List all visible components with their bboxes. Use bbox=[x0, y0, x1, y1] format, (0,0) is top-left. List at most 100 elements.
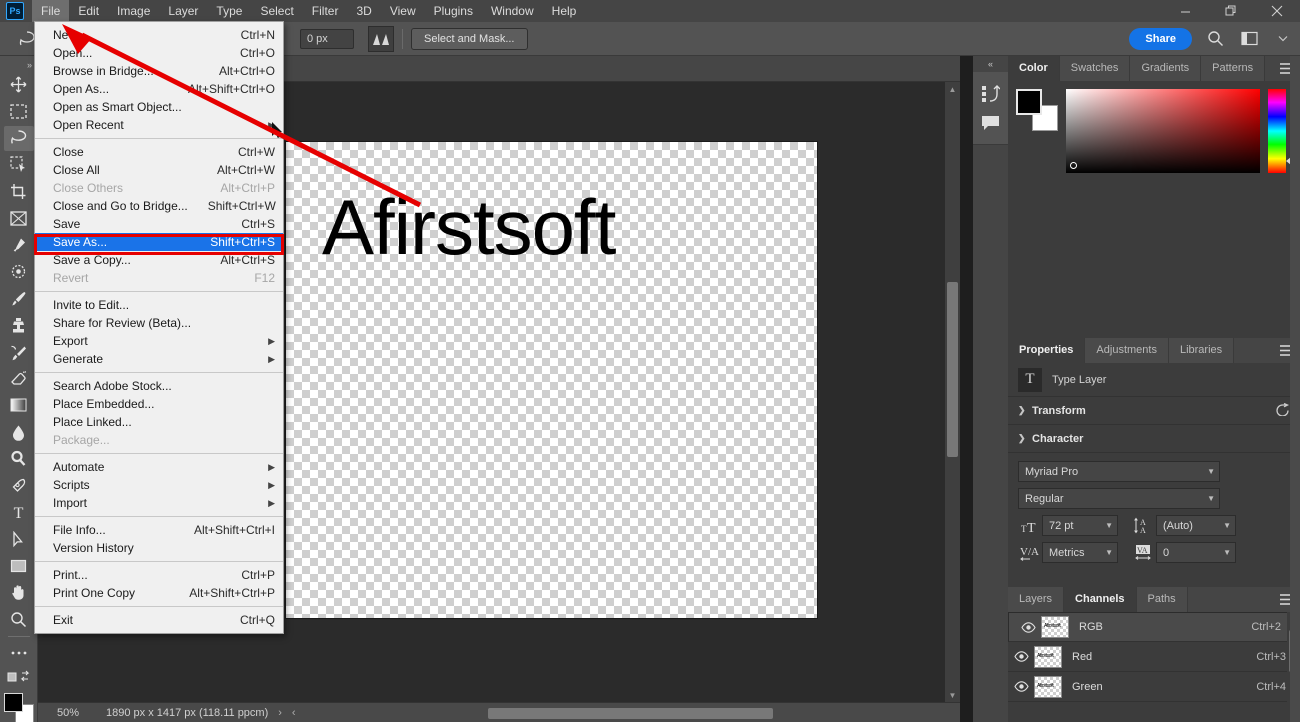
transform-section-header[interactable]: ❯ Transform bbox=[1008, 397, 1300, 425]
scroll-down-icon[interactable]: ▼ bbox=[945, 688, 960, 702]
tab-channels[interactable]: Channels bbox=[1064, 587, 1137, 612]
channel-row[interactable]: Afirstsoft RGB Ctrl+2 bbox=[1008, 612, 1300, 642]
tab-color[interactable]: Color bbox=[1008, 56, 1060, 81]
eraser-tool[interactable] bbox=[4, 366, 34, 391]
hand-tool[interactable] bbox=[4, 580, 34, 605]
leading-select[interactable]: (Auto) ▼ bbox=[1156, 515, 1236, 536]
zoom-level[interactable]: 50% bbox=[38, 707, 98, 719]
feather-input[interactable]: 0 px bbox=[300, 28, 354, 49]
search-icon[interactable] bbox=[1204, 28, 1226, 50]
menu-item-automate[interactable]: Automate ▶ bbox=[35, 458, 283, 476]
edit-toolbar-icon[interactable] bbox=[4, 667, 34, 686]
chevron-down-icon[interactable] bbox=[1272, 28, 1294, 50]
refine-edge-icon[interactable] bbox=[368, 25, 394, 52]
menu-item-new[interactable]: New... Ctrl+N bbox=[35, 26, 283, 44]
tab-adjustments[interactable]: Adjustments bbox=[1085, 338, 1169, 363]
visibility-toggle-icon[interactable] bbox=[1008, 681, 1034, 692]
history-actions-icon[interactable] bbox=[973, 78, 1008, 108]
restore-button[interactable] bbox=[1208, 0, 1254, 22]
marquee-tool[interactable] bbox=[4, 99, 34, 124]
channel-row[interactable]: Afirstsoft Green Ctrl+4 bbox=[1008, 672, 1300, 702]
visibility-toggle-icon[interactable] bbox=[1015, 621, 1041, 633]
menu-file[interactable]: File bbox=[32, 0, 70, 22]
history-brush-tool[interactable] bbox=[4, 340, 34, 365]
menu-item-place-linked[interactable]: Place Linked... bbox=[35, 413, 283, 431]
menu-item-close-and-go-to-bridge[interactable]: Close and Go to Bridge... Shift+Ctrl+W bbox=[35, 197, 283, 215]
clone-stamp-tool[interactable] bbox=[4, 313, 34, 338]
quick-selection-tool[interactable] bbox=[4, 153, 34, 178]
share-button[interactable]: Share bbox=[1129, 27, 1192, 50]
menu-item-scripts[interactable]: Scripts ▶ bbox=[35, 476, 283, 494]
visibility-toggle-icon[interactable] bbox=[1008, 651, 1034, 662]
tracking-select[interactable]: 0 ▼ bbox=[1156, 542, 1236, 563]
color-picker-marker[interactable] bbox=[1070, 162, 1077, 169]
menu-item-open-recent[interactable]: Open Recent ▶ bbox=[35, 116, 283, 134]
menu-layer[interactable]: Layer bbox=[159, 0, 207, 22]
tab-patterns[interactable]: Patterns bbox=[1201, 56, 1266, 81]
menu-item-exit[interactable]: Exit Ctrl+Q bbox=[35, 611, 283, 629]
tab-layers[interactable]: Layers bbox=[1008, 587, 1065, 612]
tab-paths[interactable]: Paths bbox=[1136, 587, 1188, 612]
scrollbar-thumb[interactable] bbox=[947, 282, 958, 457]
menu-item-open-as[interactable]: Open As... Alt+Shift+Ctrl+O bbox=[35, 80, 283, 98]
channel-row[interactable]: Afirstsoft Red Ctrl+3 bbox=[1008, 642, 1300, 672]
menu-item-share-for-review-beta[interactable]: Share for Review (Beta)... bbox=[35, 314, 283, 332]
path-selection-tool[interactable] bbox=[4, 527, 34, 552]
lasso-tool[interactable] bbox=[3, 125, 34, 151]
eyedropper-tool[interactable] bbox=[4, 233, 34, 258]
color-swatches[interactable] bbox=[3, 693, 34, 722]
scroll-up-icon[interactable]: ▲ bbox=[945, 82, 960, 96]
tab-gradients[interactable]: Gradients bbox=[1130, 56, 1202, 81]
select-and-mask-button[interactable]: Select and Mask... bbox=[411, 27, 528, 50]
healing-brush-tool[interactable] bbox=[4, 259, 34, 284]
menu-item-file-info[interactable]: File Info... Alt+Shift+Ctrl+I bbox=[35, 521, 283, 539]
more-tools-icon[interactable] bbox=[4, 641, 34, 666]
color-panel-swatches[interactable] bbox=[1016, 89, 1058, 131]
menu-item-save[interactable]: Save Ctrl+S bbox=[35, 215, 283, 233]
menu-item-open-as-smart-object[interactable]: Open as Smart Object... bbox=[35, 98, 283, 116]
menu-item-print-one-copy[interactable]: Print One Copy Alt+Shift+Ctrl+P bbox=[35, 584, 283, 602]
comments-icon[interactable] bbox=[973, 108, 1008, 138]
canvas-text-layer[interactable]: Afirstsoft bbox=[322, 188, 616, 266]
menu-edit[interactable]: Edit bbox=[69, 0, 108, 22]
font-size-select[interactable]: 72 pt ▼ bbox=[1042, 515, 1118, 536]
menu-window[interactable]: Window bbox=[482, 0, 543, 22]
character-section-header[interactable]: ❯ Character bbox=[1008, 425, 1300, 453]
shape-tool[interactable] bbox=[4, 554, 34, 579]
menu-item-browse-in-bridge[interactable]: Browse in Bridge... Alt+Ctrl+O bbox=[35, 62, 283, 80]
menu-item-print[interactable]: Print... Ctrl+P bbox=[35, 566, 283, 584]
crop-tool[interactable] bbox=[4, 179, 34, 204]
menu-item-version-history[interactable]: Version History bbox=[35, 539, 283, 557]
canvas-vertical-scrollbar[interactable]: ▲ ▼ bbox=[945, 82, 960, 702]
move-tool[interactable] bbox=[4, 72, 34, 97]
menu-image[interactable]: Image bbox=[108, 0, 159, 22]
menu-item-save-a-copy[interactable]: Save a Copy... Alt+Ctrl+S bbox=[35, 251, 283, 269]
menu-item-search-adobe-stock[interactable]: Search Adobe Stock... bbox=[35, 377, 283, 395]
pen-tool[interactable] bbox=[4, 473, 34, 498]
tab-swatches[interactable]: Swatches bbox=[1059, 56, 1131, 81]
color-spectrum-field[interactable] bbox=[1066, 89, 1260, 173]
hue-slider[interactable] bbox=[1268, 89, 1291, 173]
menu-item-import[interactable]: Import ▶ bbox=[35, 494, 283, 512]
menu-item-export[interactable]: Export ▶ bbox=[35, 332, 283, 350]
menu-filter[interactable]: Filter bbox=[303, 0, 348, 22]
font-style-select[interactable]: Regular ▼ bbox=[1018, 488, 1220, 509]
tab-properties[interactable]: Properties bbox=[1008, 338, 1086, 363]
menu-item-generate[interactable]: Generate ▶ bbox=[35, 350, 283, 368]
foreground-color-swatch[interactable] bbox=[3, 693, 23, 713]
menu-item-close-all[interactable]: Close All Alt+Ctrl+W bbox=[35, 161, 283, 179]
menu-item-close[interactable]: Close Ctrl+W bbox=[35, 143, 283, 161]
chevron-double-right-icon[interactable]: » bbox=[0, 58, 37, 71]
menu-item-save-as[interactable]: Save As... Shift+Ctrl+S bbox=[35, 233, 283, 251]
workspace-icon[interactable] bbox=[1238, 28, 1260, 50]
frame-tool[interactable] bbox=[4, 206, 34, 231]
menu-plugins[interactable]: Plugins bbox=[425, 0, 482, 22]
close-button[interactable] bbox=[1254, 0, 1300, 22]
blur-tool[interactable] bbox=[4, 420, 34, 445]
tab-libraries[interactable]: Libraries bbox=[1168, 338, 1235, 363]
canvas-sheet[interactable]: Afirstsoft bbox=[285, 141, 818, 619]
kerning-select[interactable]: Metrics ▼ bbox=[1042, 542, 1118, 563]
menu-select[interactable]: Select bbox=[251, 0, 302, 22]
canvas-horizontal-scrollbar[interactable] bbox=[488, 708, 773, 719]
foreground-color-swatch[interactable] bbox=[1016, 89, 1042, 115]
